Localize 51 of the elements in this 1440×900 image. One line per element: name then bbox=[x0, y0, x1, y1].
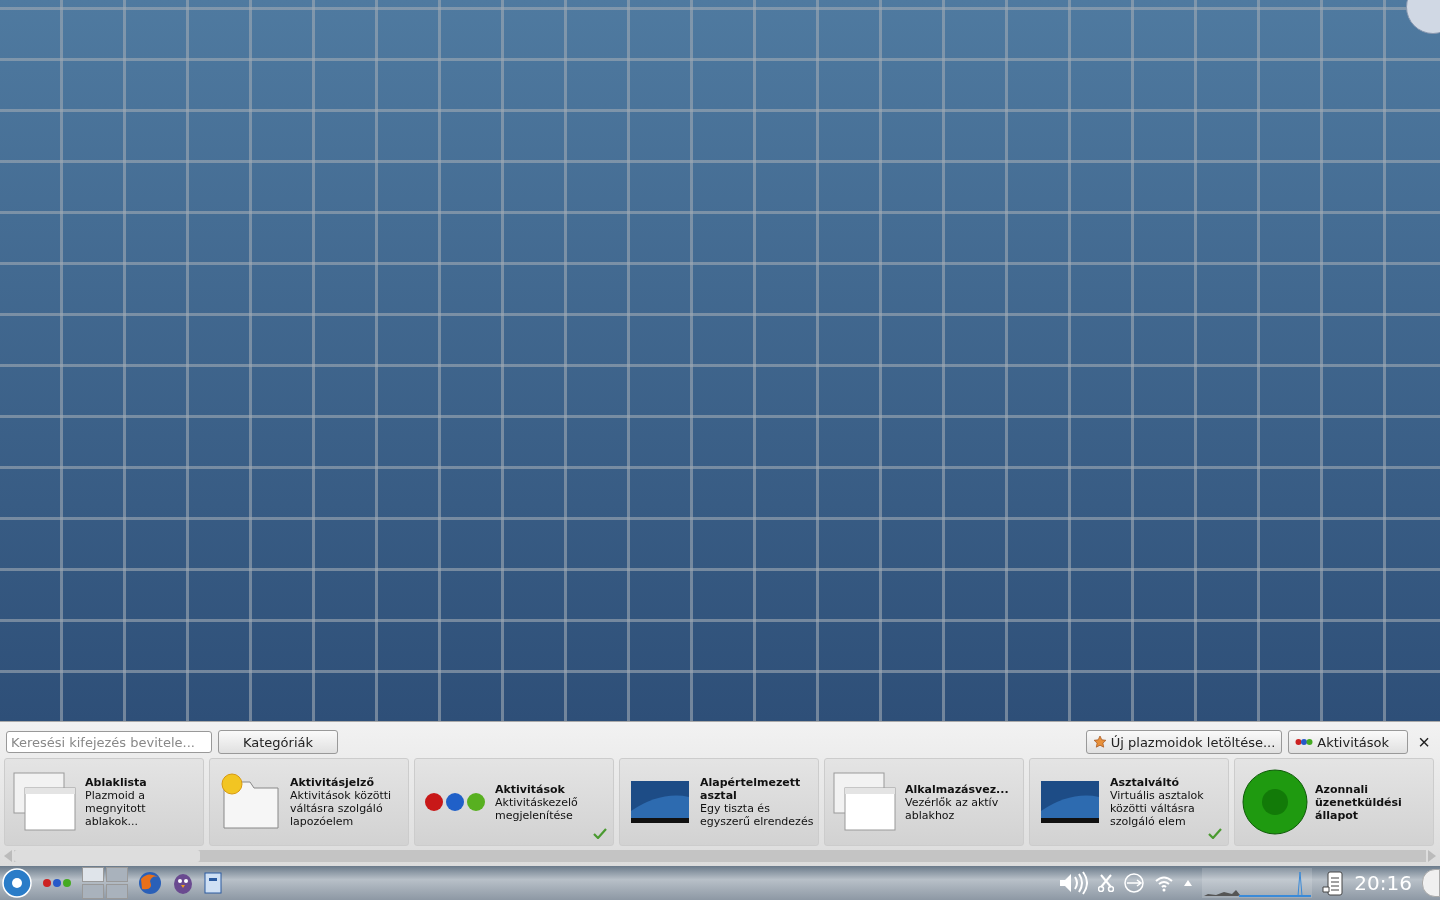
download-widgets-button[interactable]: Új plazmoidok letöltése... bbox=[1085, 730, 1283, 754]
search-field[interactable]: Keresési kifejezés bevitele... bbox=[6, 731, 212, 753]
widget-card[interactable]: Asztalváltó Virtuális asztalok közötti váltásra szolgáló elem bbox=[1029, 758, 1229, 846]
orb-icon bbox=[1242, 769, 1308, 835]
widget-name: Alkalmazásvez... bbox=[905, 782, 1010, 796]
virtual-desktop[interactable] bbox=[82, 867, 104, 882]
windows-icon bbox=[833, 772, 897, 832]
virtual-desktop[interactable] bbox=[82, 884, 104, 899]
wifi-icon[interactable] bbox=[1154, 874, 1175, 892]
dots-icon bbox=[1295, 738, 1314, 746]
widget-description: Aktivitáskezelő megjelenítése bbox=[495, 795, 579, 822]
widget-name: Ablaklista bbox=[85, 776, 148, 789]
speaker-icon[interactable] bbox=[1058, 871, 1089, 895]
virtual-desktop[interactable] bbox=[106, 884, 128, 899]
usb-icon[interactable] bbox=[1124, 873, 1145, 893]
widget-name: Aktivitások bbox=[495, 782, 566, 796]
star-icon bbox=[1092, 735, 1107, 749]
widget-card[interactable]: Alkalmazásvez... Vezérlők az aktív ablakhoz bbox=[824, 758, 1024, 846]
browser-globe-icon[interactable] bbox=[138, 871, 162, 895]
widget-description: Virtuális asztalok közötti váltásra szolgáló elem bbox=[1110, 789, 1205, 828]
scissors-icon[interactable] bbox=[1098, 874, 1115, 892]
widget-description: Vezérlők az aktív ablakhoz bbox=[905, 795, 1000, 822]
widget-card[interactable]: Aktivitásjelző Aktivitások közötti váltásra szolgáló lapozóelem bbox=[209, 758, 409, 846]
widget-card[interactable]: Ablaklista Plazmoid a megnyitott ablakok... bbox=[4, 758, 204, 846]
activities-button[interactable]: Aktivitások bbox=[1288, 730, 1409, 754]
launcher-icon[interactable] bbox=[2, 868, 32, 898]
colored-dots-icon bbox=[424, 792, 486, 812]
widget-name: Azonnali üzenetküldési állapot bbox=[1315, 782, 1403, 822]
widget-name: Alapértelmezett asztal bbox=[700, 776, 802, 802]
categories-button[interactable]: Kategóriák bbox=[218, 730, 338, 754]
activities-dots-icon[interactable] bbox=[42, 878, 72, 888]
desktop-preview-icon bbox=[1041, 781, 1099, 823]
widget-description: Egy tiszta és egyszerű elrendezés bbox=[700, 802, 815, 828]
widget-card[interactable]: Azonnali üzenetküldési állapot bbox=[1234, 758, 1434, 846]
battery-plug-icon[interactable] bbox=[1322, 869, 1345, 897]
desktop-preview-icon bbox=[631, 781, 689, 823]
widget-card[interactable]: Aktivitások Aktivitáskezelő megjelenítése bbox=[414, 758, 614, 846]
sun-folder-icon bbox=[218, 772, 282, 832]
close-button[interactable]: × bbox=[1414, 732, 1434, 752]
widget-description: Plazmoid a megnyitott ablakok... bbox=[85, 789, 147, 828]
file-cabinet-icon[interactable] bbox=[204, 872, 222, 894]
corner-toolbox-icon[interactable] bbox=[1422, 869, 1440, 897]
clock: 20:16 bbox=[1354, 871, 1412, 895]
widget-card[interactable]: Alapértelmezett asztal Egy tiszta és egyszerű elrendezés bbox=[619, 758, 819, 846]
bird-icon[interactable] bbox=[172, 871, 194, 895]
windows-icon bbox=[13, 772, 77, 832]
expand-arrow-icon[interactable] bbox=[1184, 880, 1193, 886]
widget-name: Asztalváltó bbox=[1110, 776, 1181, 789]
virtual-desktop[interactable] bbox=[106, 867, 128, 882]
widget-description: Aktivitások közötti váltásra szolgáló lapozóelem bbox=[290, 789, 393, 828]
widget-name: Aktivitásjelző bbox=[290, 776, 375, 789]
